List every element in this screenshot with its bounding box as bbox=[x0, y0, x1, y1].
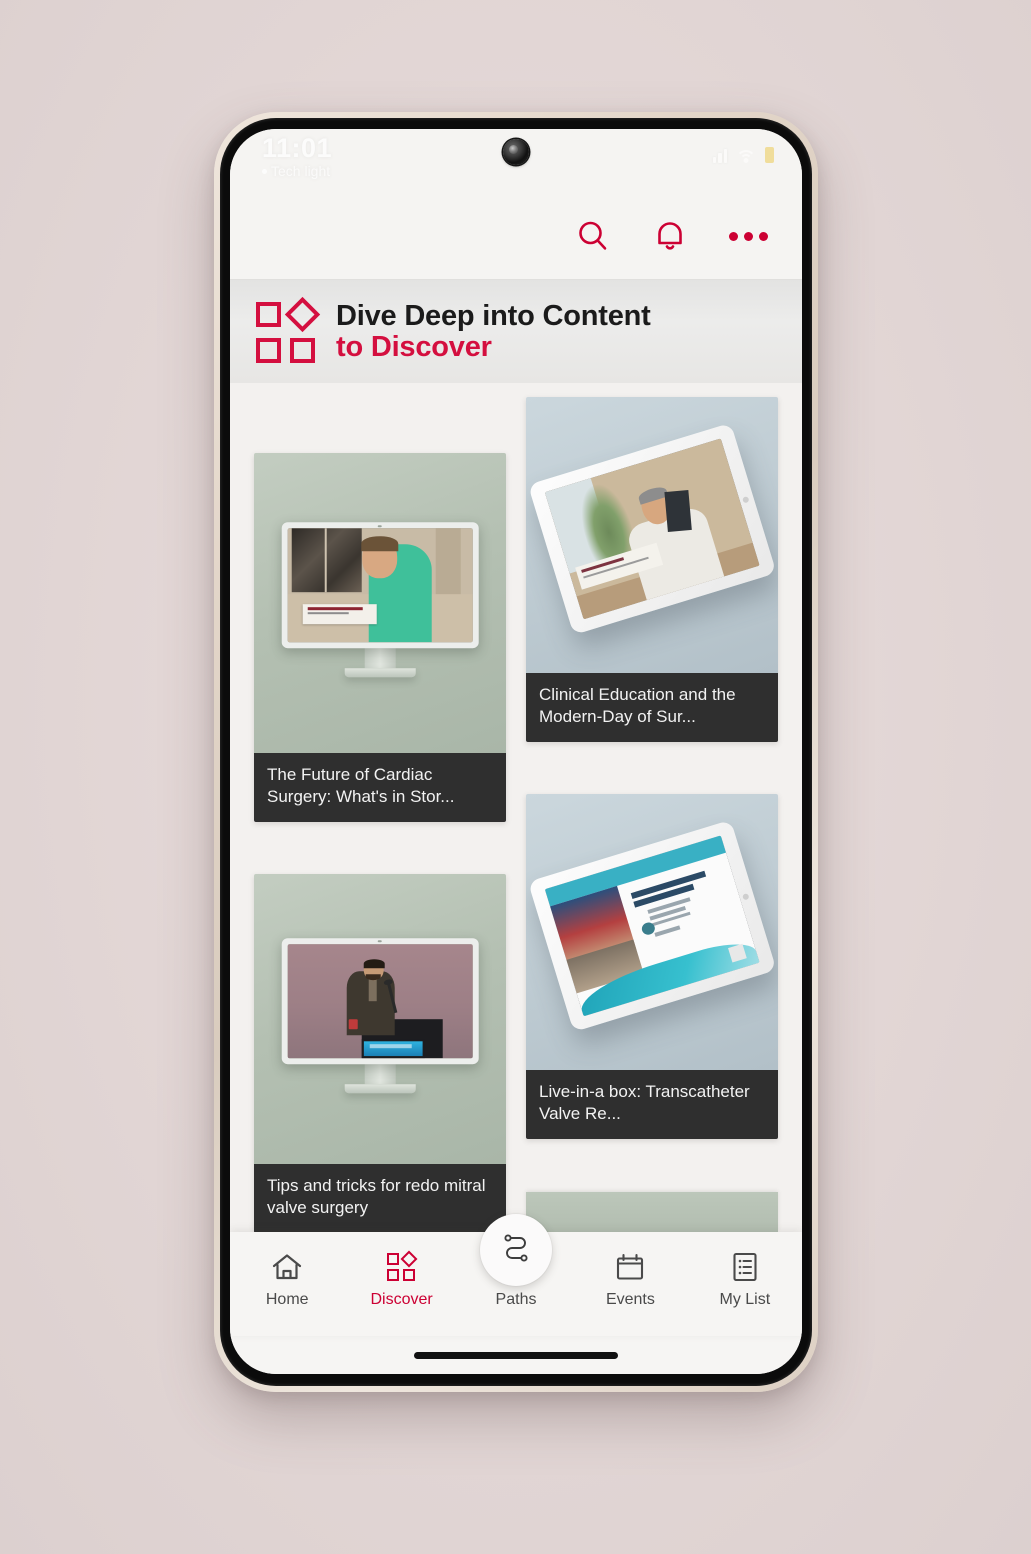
nav-label-paths: Paths bbox=[495, 1291, 537, 1308]
nav-label-discover: Discover bbox=[370, 1291, 433, 1308]
carrier-dot-icon bbox=[262, 168, 267, 174]
status-bar: 11:01 Tech light bbox=[230, 129, 802, 193]
nav-item-paths[interactable]: Paths bbox=[459, 1214, 573, 1309]
paths-route-icon bbox=[500, 1231, 532, 1270]
discover-squares-diamond-icon bbox=[256, 296, 322, 364]
paths-fab-button[interactable] bbox=[480, 1214, 553, 1286]
screenshot-stage: 11:01 Tech light Dive Deep into Content … bbox=[0, 0, 1031, 1554]
home-icon bbox=[271, 1250, 303, 1284]
phone-screen: 11:01 Tech light Dive Deep into Content … bbox=[230, 129, 802, 1374]
card-title: Live-in-a box: Transcatheter Valve Re... bbox=[526, 1069, 778, 1139]
discover-banner: Dive Deep into Content to Discover bbox=[230, 279, 802, 383]
nav-item-events[interactable]: Events bbox=[573, 1250, 687, 1309]
card-column-right: Clinical Education and the Modern-Day of… bbox=[526, 397, 778, 1232]
tablet-graphic bbox=[527, 422, 777, 635]
discover-squares-diamond-icon bbox=[385, 1250, 419, 1284]
more-options-icon[interactable] bbox=[729, 231, 768, 241]
nav-label-events: Events bbox=[605, 1291, 655, 1308]
banner-line-2: to Discover bbox=[336, 330, 492, 363]
front-camera-icon bbox=[503, 139, 529, 165]
carrier-label: Tech light bbox=[271, 163, 331, 179]
card-title: The Future of Cardiac Surgery: What's in… bbox=[254, 753, 506, 822]
card-thumbnail bbox=[254, 873, 506, 1164]
status-bar-right bbox=[712, 147, 774, 163]
card-thumbnail bbox=[526, 793, 778, 1070]
banner-text: Dive Deep into Content to Discover bbox=[336, 301, 651, 361]
phone-frame: 11:01 Tech light Dive Deep into Content … bbox=[214, 112, 818, 1392]
card-column-left: The Future of Cardiac Surgery: What's in… bbox=[254, 397, 506, 1232]
card-title: Clinical Education and the Modern-Day of… bbox=[526, 673, 778, 742]
nav-item-my-list[interactable]: My List bbox=[688, 1250, 802, 1309]
nav-label-home: Home bbox=[265, 1291, 309, 1308]
card-thumbnail bbox=[254, 453, 506, 753]
app-top-bar bbox=[230, 193, 802, 279]
bell-icon[interactable] bbox=[653, 218, 687, 254]
content-card[interactable]: Live-in-a box: Transcatheter Valve Re... bbox=[526, 793, 778, 1139]
status-bar-left: 11:01 Tech light bbox=[262, 133, 332, 179]
status-carrier: Tech light bbox=[262, 163, 332, 179]
content-card[interactable]: The Future of Cardiac Surgery: What's in… bbox=[254, 453, 506, 822]
banner-line-1: Dive Deep into Content bbox=[336, 300, 651, 333]
search-icon[interactable] bbox=[575, 218, 611, 254]
nav-item-discover[interactable]: Discover bbox=[344, 1250, 458, 1309]
list-document-icon bbox=[731, 1250, 759, 1284]
battery-icon bbox=[765, 147, 774, 163]
nav-item-home[interactable]: Home bbox=[230, 1250, 344, 1309]
calendar-icon bbox=[615, 1250, 645, 1284]
card-thumbnail bbox=[526, 397, 778, 673]
content-card[interactable]: Tips and tricks for redo mitral valve su… bbox=[254, 873, 506, 1232]
card-thumbnail-peek[interactable] bbox=[526, 1192, 778, 1232]
status-time: 11:01 bbox=[262, 133, 333, 163]
phone-bezel: 11:01 Tech light Dive Deep into Content … bbox=[220, 118, 812, 1386]
discover-content: The Future of Cardiac Surgery: What's in… bbox=[230, 383, 802, 1232]
desktop-monitor-graphic bbox=[281, 938, 479, 1094]
desktop-monitor-graphic bbox=[281, 522, 479, 678]
gesture-pill[interactable] bbox=[414, 1351, 618, 1359]
content-card[interactable]: Clinical Education and the Modern-Day of… bbox=[526, 397, 778, 742]
nav-label-my-list: My List bbox=[719, 1291, 771, 1308]
gesture-bar bbox=[230, 1336, 802, 1374]
card-grid: The Future of Cardiac Surgery: What's in… bbox=[254, 397, 778, 1232]
cellular-signal-icon bbox=[712, 147, 727, 163]
wifi-icon bbox=[736, 148, 756, 163]
tablet-graphic bbox=[527, 819, 777, 1032]
bottom-navigation: Home Discover Paths Events My List bbox=[230, 1214, 802, 1336]
